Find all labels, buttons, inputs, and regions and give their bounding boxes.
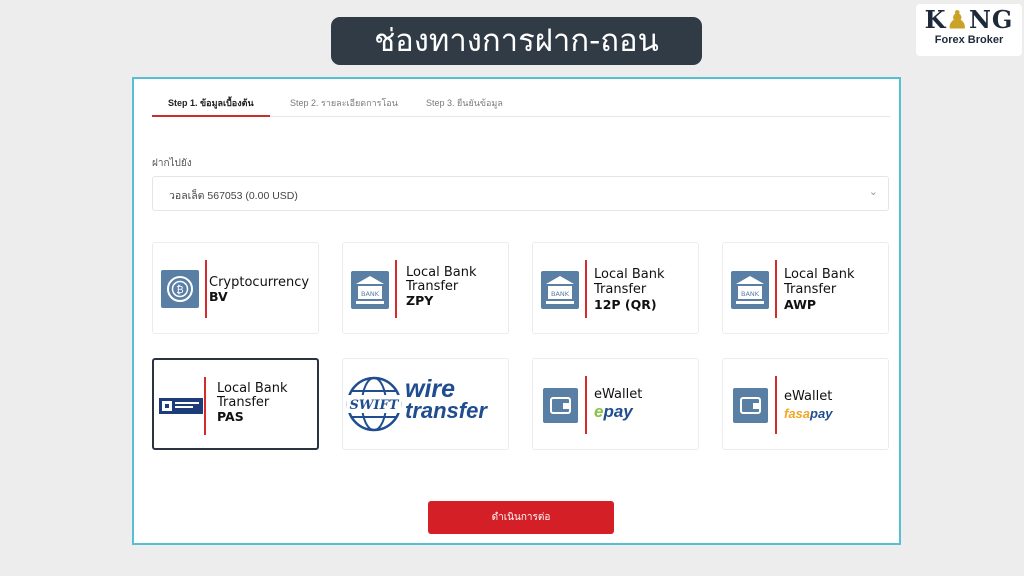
bank-icon: BANK [731, 271, 769, 309]
svg-text:BANK: BANK [551, 290, 570, 298]
page-banner-title: ช่องทางการฝาก-ถอน [331, 17, 702, 65]
method-card-local-bank-pas[interactable]: Local Bank Transfer PAS [152, 358, 319, 450]
step-tabs: Step 1. ข้อมูลเบื้องต้น Step 2. รายละเอี… [152, 93, 890, 117]
wallet-icon [733, 388, 768, 423]
swift-label: SWIFT [350, 398, 400, 413]
card-divider [205, 260, 207, 318]
method-provider: PAS [217, 409, 244, 424]
chess-pawn-icon: ♟ [946, 5, 969, 34]
method-card-ewallet-epay[interactable]: eWallet epay [532, 358, 699, 450]
wallet-select[interactable]: วอลเล็ต 567053 (0.00 USD) ⌄ [152, 176, 889, 211]
method-title-line2: Transfer [594, 282, 647, 297]
card-divider [395, 260, 397, 318]
logo-subtitle: Forex Broker [934, 34, 1004, 46]
method-card-local-bank-zpy[interactable]: BANK Local Bank Transfer ZPY [342, 242, 509, 334]
card-divider [585, 376, 587, 434]
swift-globe-icon: SWIFT [345, 374, 403, 438]
crypto-coin-icon: ₿ [161, 270, 199, 308]
method-title-line2: Transfer [406, 279, 459, 294]
method-provider: BV [209, 289, 228, 304]
method-title-line1: Local Bank [406, 265, 477, 280]
method-title-line1: Local Bank [217, 381, 288, 396]
king-forex-logo: K♟NG Forex Broker [916, 4, 1022, 56]
method-title-line1: Local Bank [784, 267, 855, 282]
method-card-local-bank-12p[interactable]: BANK Local Bank Transfer 12P (QR) [532, 242, 699, 334]
method-provider: AWP [784, 297, 817, 312]
wallet-select-value: วอลเล็ต 567053 (0.00 USD) [169, 190, 298, 202]
card-divider [775, 260, 777, 318]
svg-text:₿: ₿ [176, 284, 183, 296]
card-divider [585, 260, 587, 318]
card-divider [204, 377, 206, 435]
method-title-line1: Local Bank [594, 267, 665, 282]
transfer-label: transfer [405, 398, 487, 423]
method-provider: 12P (QR) [594, 297, 657, 312]
card-divider [775, 376, 777, 434]
bank-icon: BANK [351, 271, 389, 309]
logo-wordmark: K♟NG [924, 5, 1014, 34]
proceed-button[interactable]: ดำเนินการต่อ [428, 501, 614, 534]
method-card-ewallet-fasapay[interactable]: eWallet fasapay [722, 358, 889, 450]
method-title: eWallet [594, 387, 643, 402]
wire-label: wire [405, 375, 456, 403]
bank-icon: BANK [541, 271, 579, 309]
method-title-line2: Transfer [217, 395, 270, 410]
method-card-local-bank-awp[interactable]: BANK Local Bank Transfer AWP [722, 242, 889, 334]
bank-logo-icon [159, 398, 203, 414]
tab-step-2[interactable]: Step 2. รายละเอียดการโอน [274, 93, 414, 117]
svg-text:BANK: BANK [741, 290, 760, 298]
method-provider: ZPY [406, 293, 434, 308]
method-title: Cryptocurrency [209, 275, 310, 290]
method-card-cryptocurrency[interactable]: ₿ Cryptocurrency BV [152, 242, 319, 334]
deposit-to-label: ฝากไปยัง [152, 158, 192, 169]
method-card-swift-wire-transfer[interactable]: SWIFT wire transfer [342, 358, 509, 450]
chevron-down-icon: ⌄ [868, 186, 878, 198]
deposit-panel: Step 1. ข้อมูลเบื้องต้น Step 2. รายละเอี… [132, 77, 901, 545]
tab-step-3[interactable]: Step 3. ยืนยันข้อมูล [410, 93, 519, 117]
epay-logo: epay [594, 402, 633, 421]
bank-icon-label: BANK [361, 290, 380, 298]
method-title: eWallet [784, 389, 833, 404]
method-title-line2: Transfer [784, 282, 837, 297]
wallet-icon [543, 388, 578, 423]
tab-step-1[interactable]: Step 1. ข้อมูลเบื้องต้น [152, 93, 270, 117]
fasapay-logo: fasapay [784, 406, 833, 421]
